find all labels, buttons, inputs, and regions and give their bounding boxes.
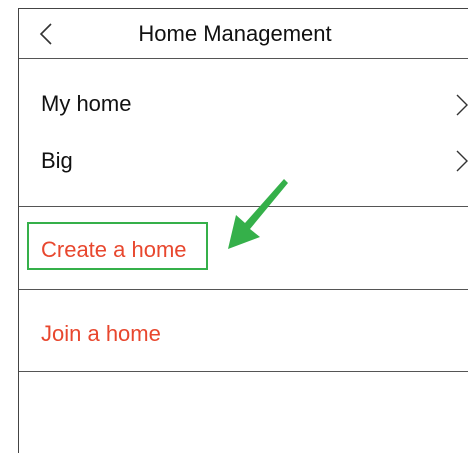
chevron-right-icon [456, 94, 468, 116]
home-management-screen: Home Management My home Big Create a hom… [18, 8, 468, 453]
join-home-button[interactable]: Join a home [41, 321, 161, 347]
pointer-arrow-icon [228, 179, 288, 249]
home-item-label: Big [41, 148, 73, 173]
page-title: Home Management [138, 21, 332, 46]
home-item-my-home[interactable]: My home [41, 91, 131, 117]
section-divider [19, 371, 468, 372]
chevron-right-icon [456, 150, 468, 172]
header-bar: Home Management [19, 9, 468, 59]
create-home-button[interactable]: Create a home [41, 237, 187, 263]
home-item-big[interactable]: Big [41, 148, 73, 174]
section-divider [19, 289, 468, 290]
home-item-label: My home [41, 91, 132, 116]
